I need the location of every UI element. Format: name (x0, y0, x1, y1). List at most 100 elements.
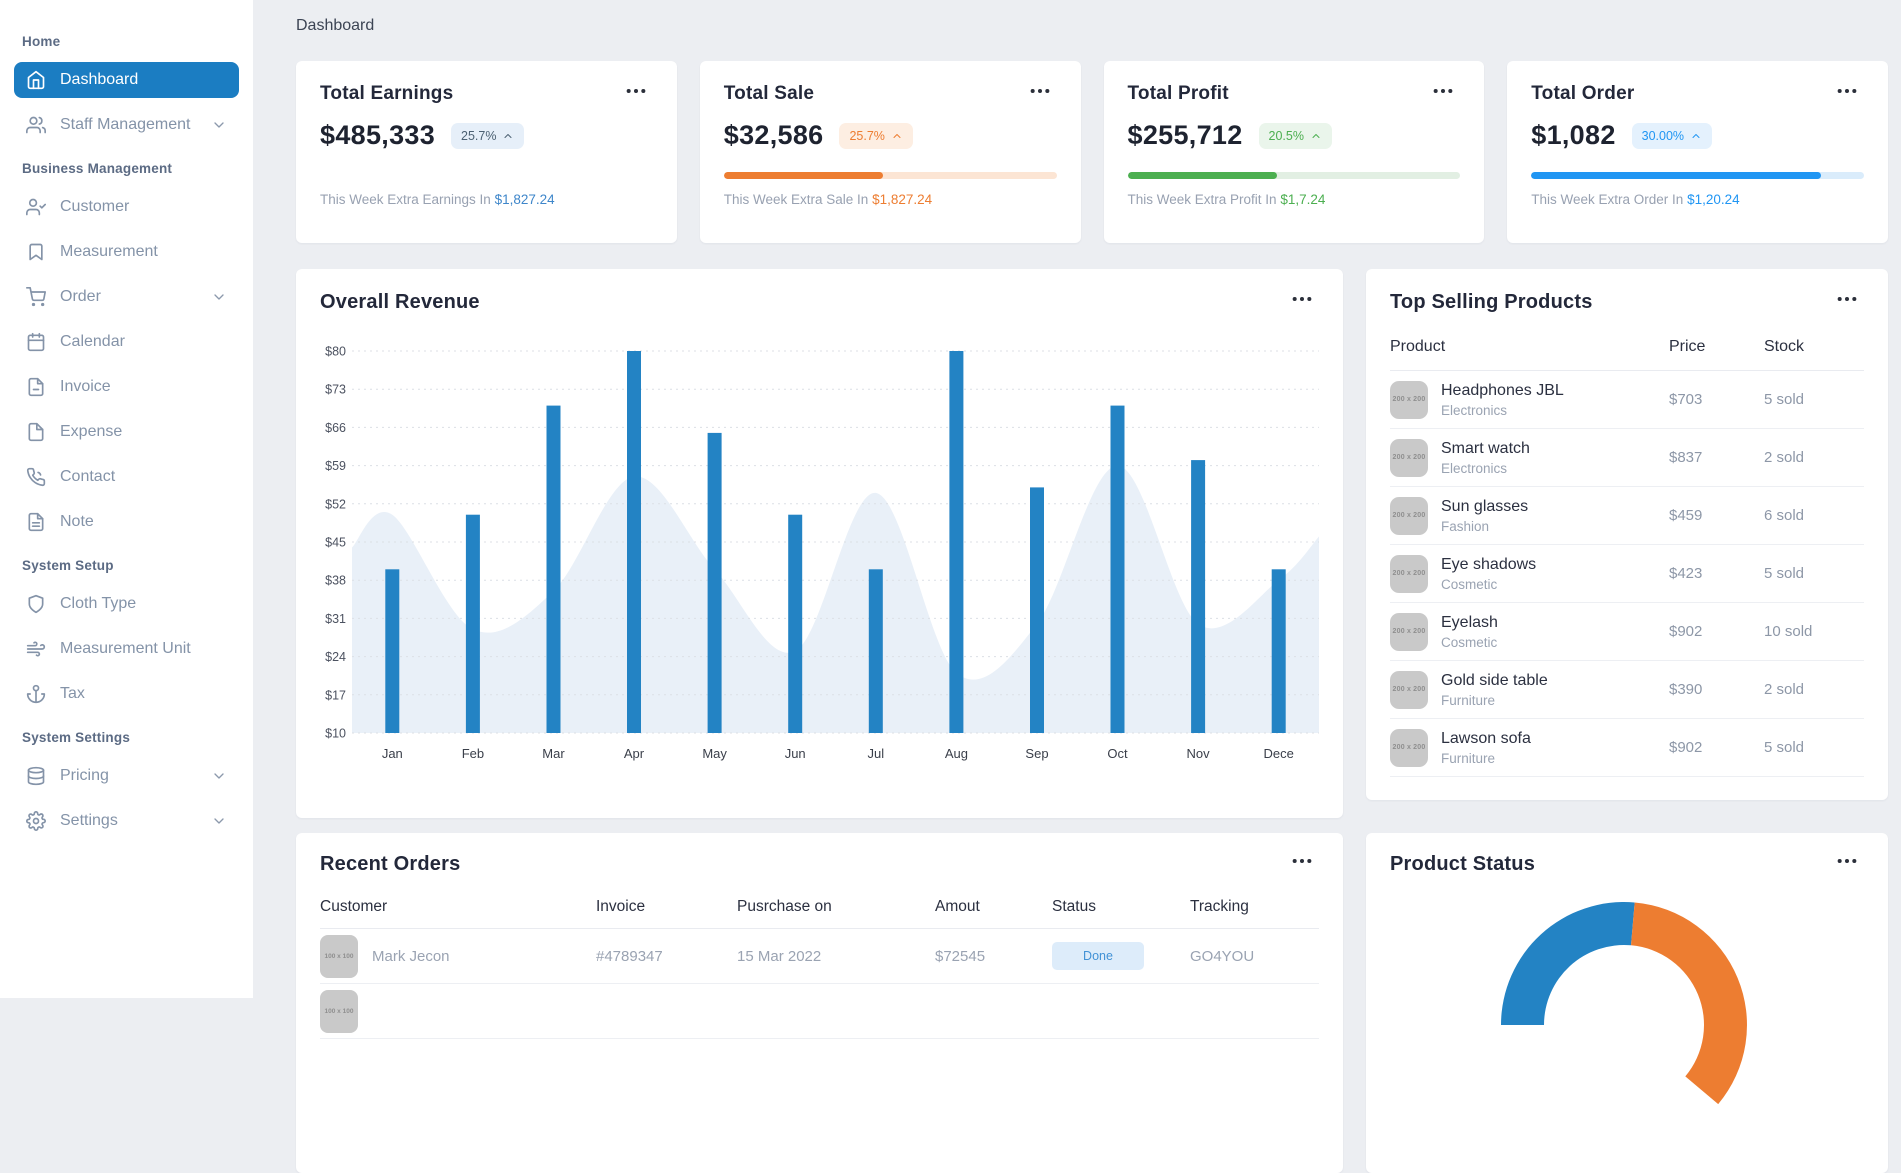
more-horizontal-icon (1433, 88, 1453, 94)
file-minus-icon (28, 377, 44, 397)
product-name: Headphones JBL (1441, 381, 1564, 399)
sidebar-item-pricing[interactable]: Pricing (14, 758, 239, 794)
sidebar-item-measurement[interactable]: Measurement (14, 234, 239, 270)
revenue-bar-nov (1191, 460, 1206, 733)
card-menu-button[interactable] (1291, 853, 1319, 869)
orders-table-body: 100 x 100 Mark Jecon #4789347 15 Mar 202… (320, 929, 1319, 1039)
product-cell: 200 x 200 Eye shadows Cosmetic (1390, 554, 1669, 593)
sidebar-item-order[interactable]: Order (14, 279, 239, 315)
product-cell: 200 x 200 Lawson sofa Furniture (1390, 728, 1669, 767)
order-tracking: GO4YOU (1190, 947, 1255, 965)
sidebar-item-expense[interactable]: Expense (14, 414, 239, 450)
gear-icon (26, 811, 46, 831)
product-thumbnail: 200 x 200 (1390, 728, 1428, 767)
product-name: Eyelash (1441, 613, 1498, 631)
card-menu-button[interactable] (1291, 291, 1319, 307)
product-cell: 200 x 200 Smart watch Electronics (1390, 438, 1669, 477)
chevron-up-icon (1692, 133, 1700, 138)
stat-description: This Week Extra Profit In $1,7.24 (1127, 192, 1326, 207)
stat-card-title: Total Profit (1127, 83, 1229, 104)
y-axis-tick-label: $45 (325, 536, 346, 550)
revenue-bar-sep (1030, 487, 1044, 733)
card-menu-button[interactable] (1836, 291, 1864, 307)
stat-card-header: Total Sale (724, 83, 1057, 105)
product-thumbnail: 200 x 200 (1390, 380, 1428, 419)
product-status-title: Product Status (1390, 853, 1536, 875)
sidebar-item-measurement-unit[interactable]: Measurement Unit (14, 631, 239, 667)
product-text: Headphones JBL Electronics (1441, 382, 1564, 418)
x-axis-tick-label: May (702, 746, 727, 761)
order-customer-cell: 100 x 100 Mark Jecon (320, 934, 596, 978)
y-axis-tick-label: $24 (325, 650, 346, 664)
sidebar-item-staff-management[interactable]: Staff Management (14, 107, 239, 143)
card-menu-button[interactable] (625, 83, 653, 99)
products-column-header-product: Product (1390, 338, 1446, 355)
orders-column-header-customer: Customer (320, 898, 388, 915)
product-price: $459 (1669, 507, 1703, 524)
more-horizontal-icon (626, 88, 646, 94)
sidebar-item-note[interactable]: Note (14, 504, 239, 540)
recent-orders-title: Recent Orders (320, 853, 461, 875)
revenue-bar-jan (385, 569, 400, 733)
product-thumbnail: 200 x 200 (1390, 496, 1428, 535)
x-axis-tick-label: Jan (382, 746, 403, 761)
progress-bar (1531, 172, 1864, 179)
cart-icon (26, 287, 46, 307)
sidebar-item-contact[interactable]: Contact (14, 459, 239, 495)
product-cell: 200 x 200 Gold side table Furniture (1390, 670, 1669, 709)
chevron-down-icon (214, 122, 224, 128)
sidebar-item-dashboard[interactable]: Dashboard (14, 62, 239, 98)
y-axis-tick-label: $80 (325, 345, 346, 359)
sidebar-item-label: Customer (60, 198, 130, 215)
revenue-bar-oct (1110, 405, 1125, 733)
sidebar-section-label: System Setup (22, 558, 114, 573)
product-text: Eye shadows Cosmetic (1441, 556, 1536, 592)
sidebar-item-customer[interactable]: Customer (14, 189, 239, 225)
main-content: Dashboard Total Earnings $485,333 25.7% … (253, 0, 1901, 1173)
product-name: Lawson sofa (1441, 729, 1531, 747)
sidebar-item-label: Cloth Type (60, 595, 137, 612)
card-menu-button[interactable] (1836, 853, 1864, 869)
stat-value-row: $255,712 20.5% (1128, 120, 1461, 151)
y-axis-tick-label: $59 (325, 459, 346, 473)
bookmark-icon (29, 243, 43, 261)
revenue-bar-dece (1271, 569, 1286, 733)
card-menu-button[interactable] (1836, 83, 1864, 99)
stat-value-row: $1,082 30.00% (1531, 120, 1864, 151)
card-menu-button[interactable] (1029, 83, 1057, 99)
product-text: Gold side table Furniture (1441, 672, 1548, 708)
product-row-eyelash: 200 x 200 Eyelash Cosmetic $902 10 sold (1390, 603, 1864, 661)
more-horizontal-icon (1030, 88, 1049, 94)
chevron-down-icon (214, 294, 224, 300)
sidebar-item-tax[interactable]: Tax (14, 676, 239, 712)
progress-fill (723, 172, 884, 179)
trend-badge: 25.7% (451, 122, 525, 149)
sidebar-item-label: Contact (60, 468, 116, 485)
stat-value: $485,333 (320, 120, 436, 150)
product-name: Sun glasses (1441, 497, 1529, 515)
sidebar-item-label: Measurement Unit (60, 640, 191, 657)
more-horizontal-icon (1292, 858, 1312, 864)
sidebar-item-invoice[interactable]: Invoice (14, 369, 239, 405)
stat-description-amount: $1,7.24 (1280, 192, 1326, 207)
product-stock: 2 sold (1764, 681, 1805, 698)
y-axis-tick-label: $10 (325, 727, 346, 741)
product-text: Lawson sofa Furniture (1441, 730, 1531, 766)
sidebar-item-calendar[interactable]: Calendar (14, 324, 239, 360)
sidebar-item-settings[interactable]: Settings (14, 803, 239, 839)
x-axis-tick-label: Aug (945, 746, 968, 761)
stat-card-title: Total Earnings (320, 83, 454, 104)
product-stock: 5 sold (1764, 565, 1805, 582)
product-text: Sun glasses Fashion (1441, 498, 1528, 534)
card-menu-button[interactable] (1432, 83, 1460, 99)
sidebar-item-cloth-type[interactable]: Cloth Type (14, 586, 239, 622)
progress-bar (723, 172, 1057, 179)
product-row-lawson-sofa: 200 x 200 Lawson sofa Furniture $902 5 s… (1390, 719, 1864, 777)
database-icon (27, 766, 45, 786)
donut-segment-orange (1631, 902, 1747, 1105)
order-invoice: #4789347 (596, 947, 663, 965)
sidebar-item-label: Staff Management (60, 116, 191, 133)
order-status-badge: Done (1052, 942, 1144, 970)
phone-icon (26, 467, 46, 487)
more-horizontal-icon (1292, 296, 1312, 302)
